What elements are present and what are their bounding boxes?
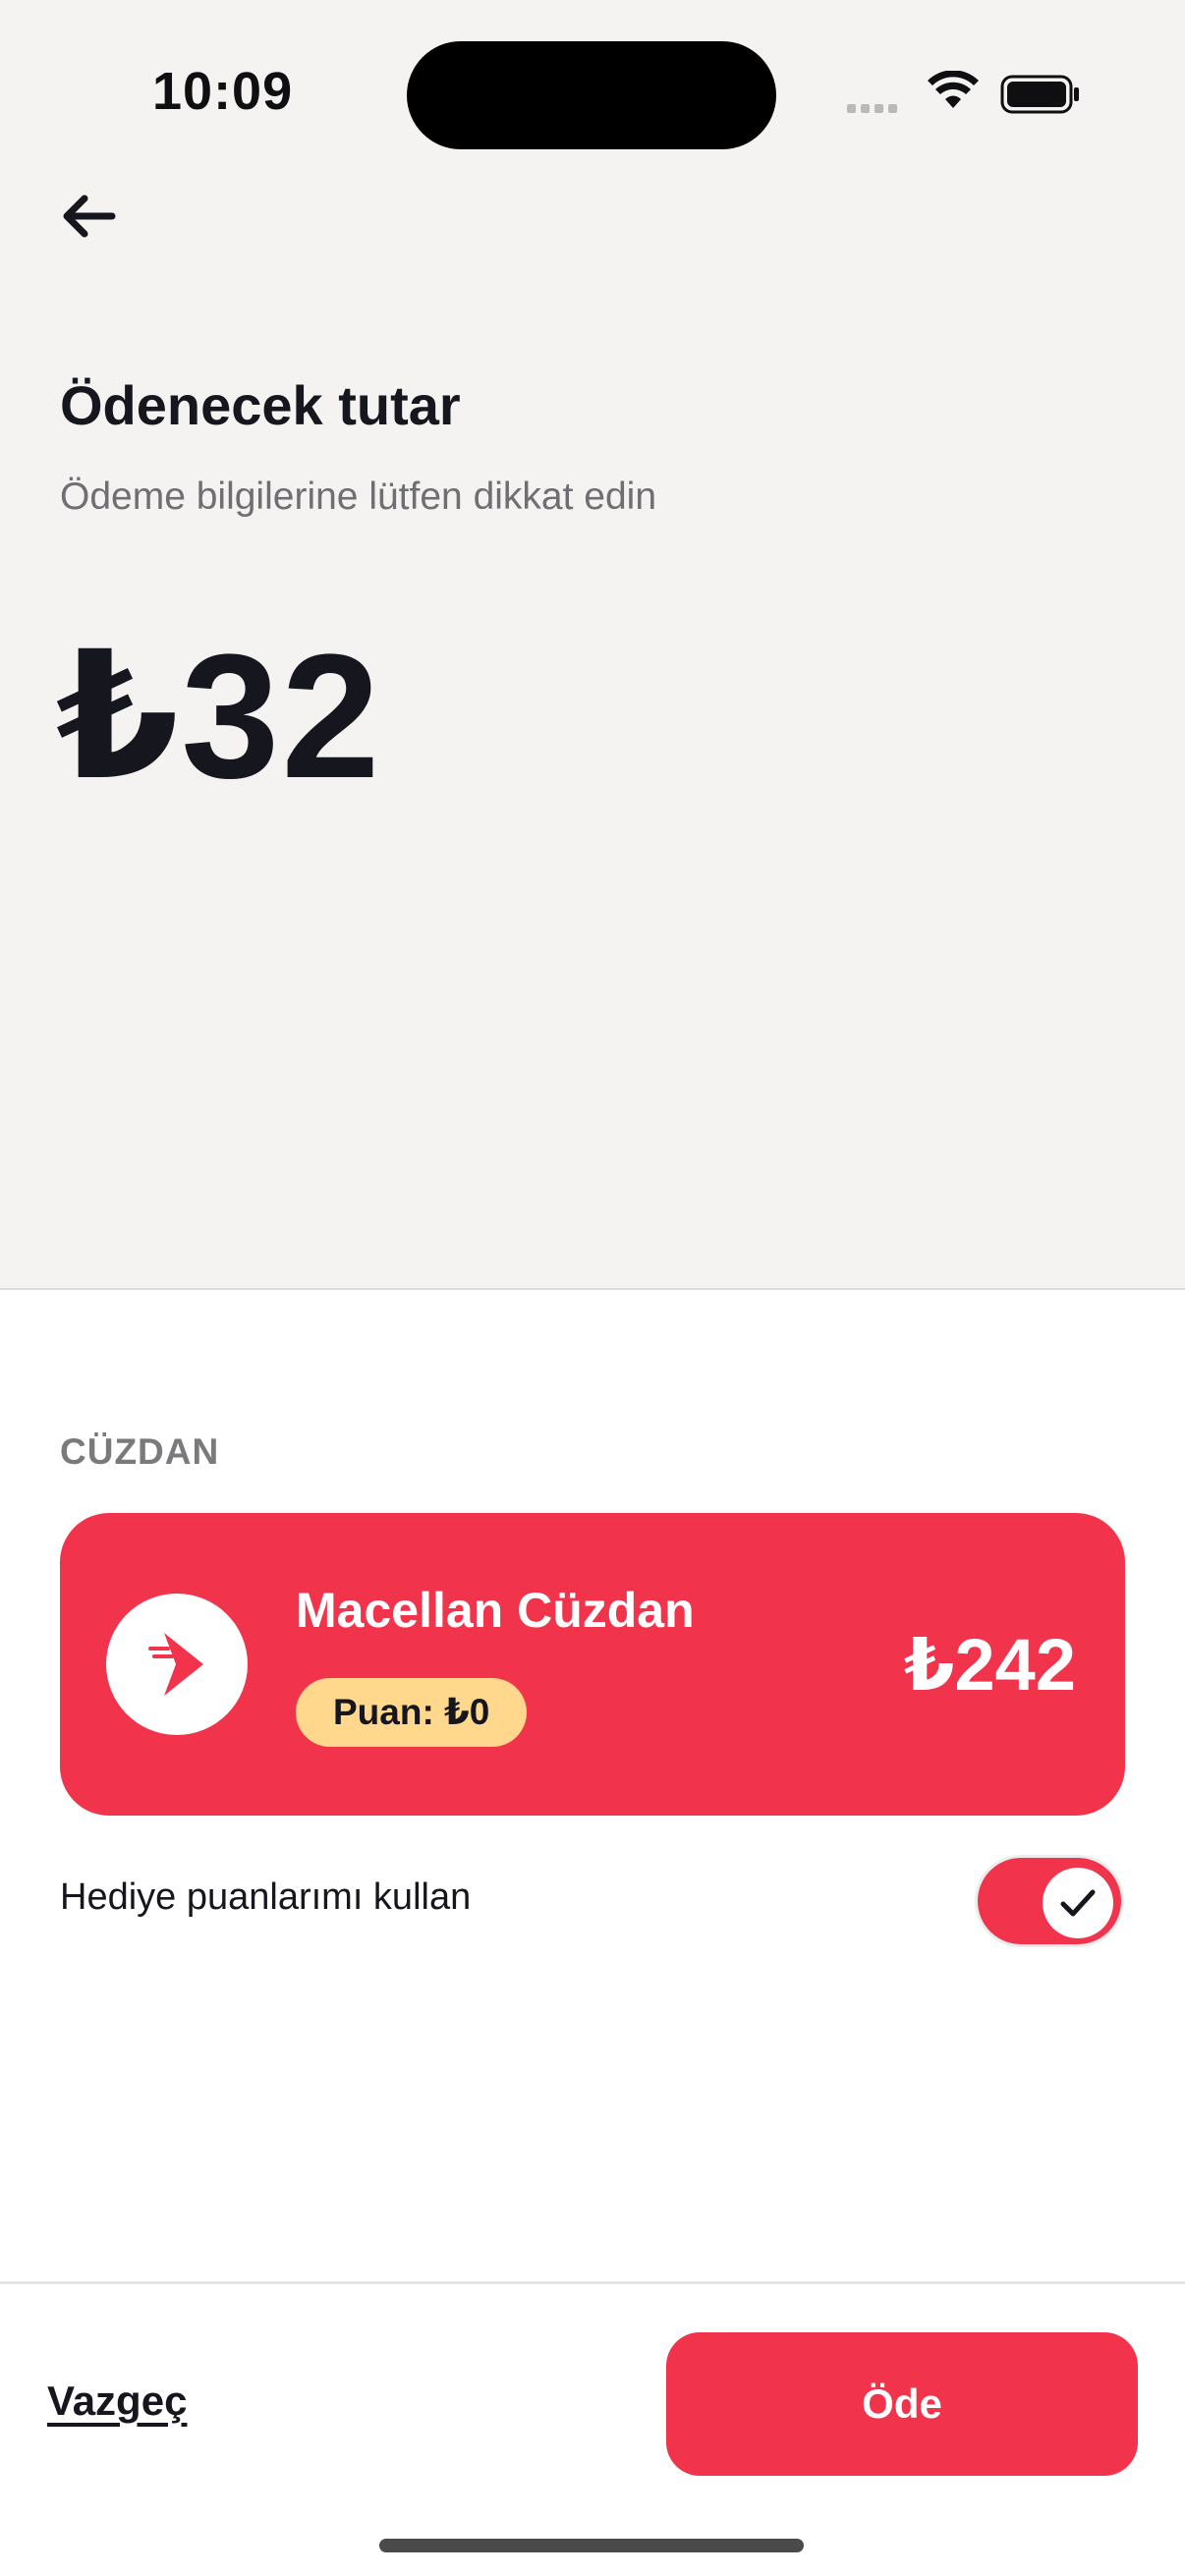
payment-amount: ₺32 <box>56 618 382 815</box>
wallet-section-label: CÜZDAN <box>60 1431 220 1472</box>
status-time: 10:09 <box>152 62 294 121</box>
gift-points-toggle[interactable] <box>975 1855 1124 1947</box>
page-subtitle: Ödeme bilgilerine lütfen dikkat edin <box>60 476 657 518</box>
toggle-knob <box>1043 1868 1113 1938</box>
wallet-balance: ₺242 <box>904 1624 1076 1706</box>
battery-icon <box>1000 75 1081 119</box>
back-button[interactable] <box>49 177 128 255</box>
points-badge: Puan: ₺0 <box>296 1678 528 1747</box>
checkmark-icon <box>1060 1889 1096 1917</box>
dynamic-island <box>407 41 776 149</box>
pay-button[interactable]: Öde <box>666 2332 1138 2476</box>
wallet-card[interactable]: Macellan Cüzdan Puan: ₺0 ₺242 <box>60 1513 1125 1816</box>
status-bar: 10:09 <box>0 0 1185 187</box>
gift-points-label: Hediye puanlarımı kullan <box>60 1876 472 1918</box>
footer-divider <box>0 2281 1185 2284</box>
payment-summary-panel: 10:09 Ödenecek tutar Ödeme bilgilerine l… <box>0 0 1185 1290</box>
wallet-name: Macellan Cüzdan <box>296 1583 695 1638</box>
home-indicator <box>379 2539 804 2552</box>
arrow-left-icon <box>63 195 116 238</box>
macellan-logo-icon <box>106 1594 248 1735</box>
wifi-icon <box>928 70 979 115</box>
page-title: Ödenecek tutar <box>60 374 461 436</box>
cellular-signal-icon <box>847 100 902 118</box>
cancel-button[interactable]: Vazgeç <box>47 2378 187 2425</box>
